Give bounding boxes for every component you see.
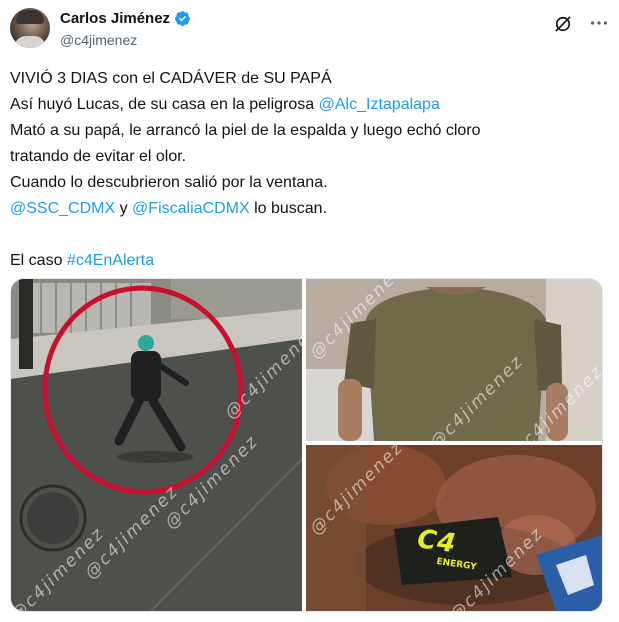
- media-image-man[interactable]: @c4jimenez @c4jimenez @c4jimenez: [306, 279, 602, 441]
- tweet-line-5: Cuando lo descubrieron salió por la vent…: [10, 174, 328, 191]
- avatar-hair: [16, 10, 44, 24]
- media-image-blurred[interactable]: C4 ENERGY @c4jimenez @c4jimenez: [306, 445, 602, 611]
- tweet-line-2-text: Así huyó Lucas, de su casa en la peligro…: [10, 96, 319, 113]
- tweet-line-3: Mató a su papá, le arrancó la piel de la…: [10, 122, 481, 139]
- tweet-line-7: El caso #c4EnAlerta: [10, 248, 605, 274]
- avatar-shirt: [14, 36, 46, 48]
- grok-icon[interactable]: [553, 14, 573, 34]
- more-options-icon[interactable]: [588, 12, 610, 34]
- tweet-line-6-post: lo buscan.: [249, 200, 328, 217]
- verified-badge-icon: [175, 11, 190, 26]
- logo-sub-text: ENERGY: [435, 556, 478, 573]
- logo-main-text: C4: [415, 524, 459, 560]
- hashtag-c4enalerta[interactable]: #c4EnAlerta: [67, 252, 154, 269]
- author-display-name[interactable]: Carlos Jiménez: [60, 10, 170, 27]
- tweet-card: Carlos Jiménez @c4jimenez VIVIÓ 3 DIAS c…: [0, 0, 619, 622]
- author-handle[interactable]: @c4jimenez: [60, 32, 137, 48]
- tweet-header: Carlos Jiménez @c4jimenez: [10, 8, 610, 52]
- tweet-line-6: @SSC_CDMX y @FiscaliaCDMX lo buscan.: [10, 196, 605, 222]
- tweet-text: VIVIÓ 3 DIAS con el CADÁVER de SU PAPÁ A…: [10, 66, 605, 274]
- tweet-line-6-mid: y: [115, 200, 133, 217]
- tweet-line-7-text: El caso: [10, 252, 67, 269]
- media-image-cctv[interactable]: @c4jimenez @c4jimenez @c4jimenez @c4jime…: [11, 279, 302, 611]
- mention-fiscalia-cdmx[interactable]: @FiscaliaCDMX: [132, 200, 250, 217]
- author-name-row: Carlos Jiménez: [60, 10, 191, 27]
- tweet-line-1: VIVIÓ 3 DIAS con el CADÁVER de SU PAPÁ: [10, 70, 332, 87]
- mention-ssc-cdmx[interactable]: @SSC_CDMX: [10, 200, 115, 217]
- media-grid: @c4jimenez @c4jimenez @c4jimenez @c4jime…: [10, 278, 603, 612]
- tweet-line-2: Así huyó Lucas, de su casa en la peligro…: [10, 92, 605, 118]
- mention-alc-iztapalapa[interactable]: @Alc_Iztapalapa: [319, 96, 440, 113]
- avatar[interactable]: [10, 8, 50, 48]
- tweet-line-4: tratando de evitar el olor.: [10, 148, 187, 165]
